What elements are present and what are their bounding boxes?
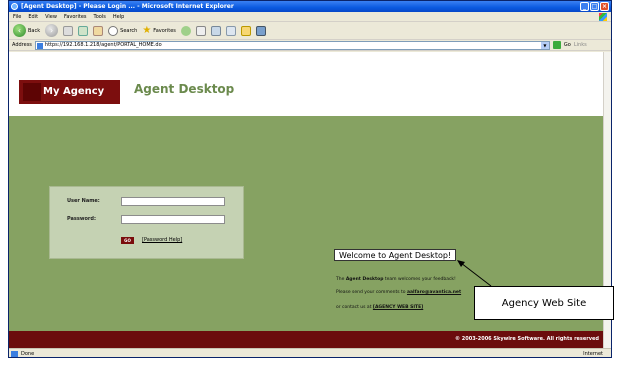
contact-line: or contact us at [AGENCY WEB SITE] (336, 305, 423, 310)
agency-web-site-link[interactable]: [AGENCY WEB SITE] (373, 305, 423, 310)
feedback-bold: Agent Desktop (345, 277, 384, 282)
refresh-icon[interactable] (78, 25, 89, 36)
menu-help[interactable]: Help (113, 12, 124, 21)
windows-logo-icon (599, 13, 607, 21)
login-go-button[interactable]: GO (121, 237, 134, 244)
search-icon (108, 25, 119, 36)
forward-button[interactable]: › (45, 24, 59, 37)
feedback-post: team welcomes your feedback! (384, 277, 456, 282)
browser-toolbar: ‹ Back › Search ★ Favorites (9, 22, 611, 40)
internet-zone: Internet (583, 351, 603, 357)
comments-pre: Please send your comments to (336, 290, 406, 295)
search-button[interactable]: Search (108, 25, 137, 37)
title-bar: [Agent Desktop] - Please Login ... - Mic… (9, 1, 611, 12)
folder-icon[interactable] (240, 25, 251, 36)
home-icon[interactable] (93, 25, 104, 36)
address-label: Address (12, 42, 32, 48)
page-icon (36, 42, 43, 49)
back-button[interactable]: ‹ Back (13, 24, 41, 37)
callout-arrow (457, 260, 492, 287)
menu-bar: File Edit View Favorites Tools Help (9, 12, 611, 22)
page-footer: © 2003-2006 Skywire Software. All rights… (9, 331, 603, 348)
menu-tools[interactable]: Tools (94, 12, 106, 21)
mail-icon[interactable] (195, 25, 206, 36)
password-input[interactable] (121, 215, 225, 224)
minimize-button[interactable]: _ (580, 2, 589, 11)
username-label: User Name: (67, 198, 100, 204)
feedback-pre: The (336, 277, 345, 282)
menu-view[interactable]: View (45, 12, 57, 21)
maximize-button[interactable]: □ (590, 2, 599, 11)
history-icon[interactable] (180, 25, 191, 36)
contact-pre: or contact us at (336, 305, 372, 310)
password-label: Password: (67, 216, 96, 222)
stop-icon[interactable] (63, 25, 74, 36)
address-input[interactable]: https://192.168.1.218/agent/PORTAL_HOME.… (34, 40, 550, 50)
password-help-link[interactable]: [Password Help] (142, 237, 182, 243)
menu-favorites[interactable]: Favorites (64, 12, 87, 21)
address-bar: Address https://192.168.1.218/agent/PORT… (9, 40, 611, 51)
logo-text: My Agency (43, 86, 105, 97)
login-box: User Name: Password: GO [Password Help] (49, 186, 244, 259)
star-icon: ★ (142, 25, 152, 36)
go-label[interactable]: Go (564, 42, 571, 48)
edit-icon[interactable] (225, 25, 236, 36)
search-label: Search (120, 27, 138, 34)
username-input[interactable] (121, 197, 225, 206)
favorites-button[interactable]: ★ Favorites (142, 25, 176, 37)
menu-edit[interactable]: Edit (28, 12, 38, 21)
messenger-icon[interactable] (255, 25, 266, 36)
back-label: Back (28, 27, 41, 34)
menu-file[interactable]: File (13, 12, 21, 21)
address-value: https://192.168.1.218/agent/PORTAL_HOME.… (44, 41, 162, 48)
window-title: [Agent Desktop] - Please Login ... - Mic… (21, 3, 234, 10)
agency-web-site-callout: Agency Web Site (474, 286, 614, 320)
welcome-heading: Welcome to Agent Desktop! (334, 249, 457, 261)
ie-icon (11, 3, 18, 10)
site-header: My Agency Agent Desktop (9, 52, 603, 116)
status-bar: Done Internet (9, 348, 611, 357)
go-arrow-icon[interactable] (552, 41, 561, 49)
app-title: Agent Desktop (134, 82, 235, 96)
email-link[interactable]: aalfaro@avantica.net (407, 290, 461, 295)
favorites-label: Favorites (153, 27, 176, 34)
close-button[interactable]: × (600, 2, 609, 11)
page-status-icon (11, 351, 18, 357)
address-dropdown-icon[interactable]: ▼ (540, 41, 549, 49)
status-text: Done (21, 351, 35, 357)
my-agency-logo: My Agency (19, 80, 120, 104)
feedback-line: The Agent Desktop team welcomes your fee… (336, 277, 456, 282)
links-label[interactable]: Links (574, 42, 587, 48)
back-arrow-icon: ‹ (13, 24, 26, 37)
logo-square (23, 83, 41, 101)
comments-line: Please send your comments to aalfaro@ava… (336, 290, 461, 295)
print-icon[interactable] (210, 25, 221, 36)
